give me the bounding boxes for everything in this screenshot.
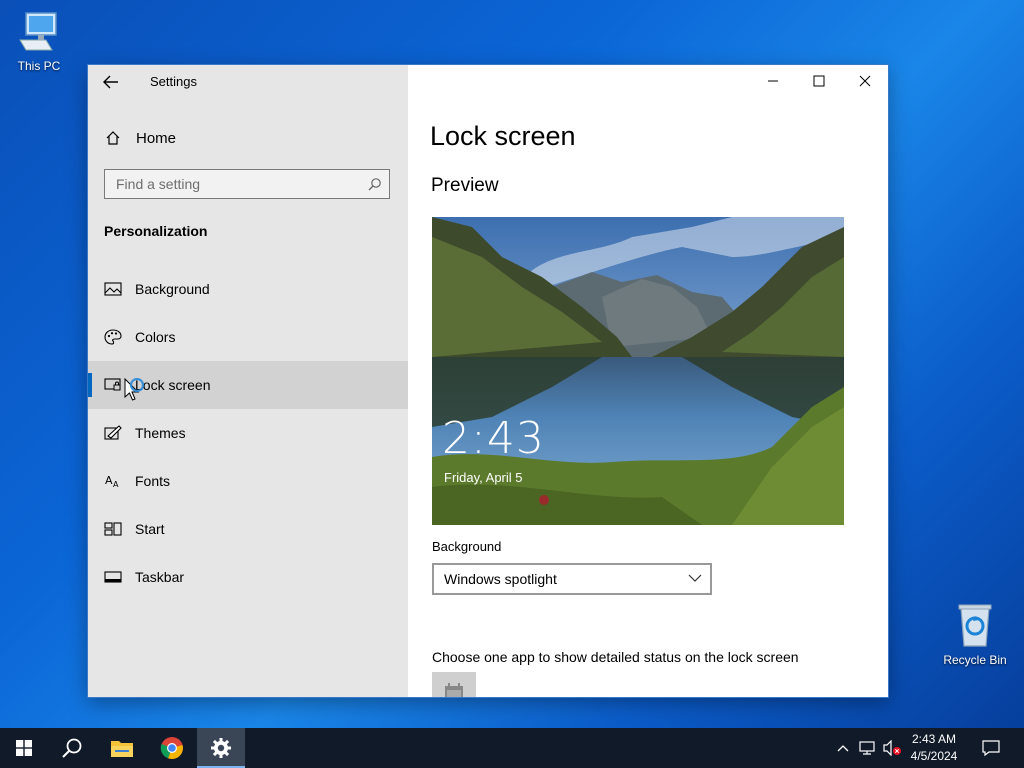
start-icon	[104, 522, 122, 536]
windows-logo-icon	[16, 740, 32, 756]
sidebar-item-label: Background	[135, 281, 210, 297]
sidebar-item-label: Lock screen	[135, 377, 211, 393]
sidebar-item-start[interactable]: Start	[88, 505, 408, 553]
taskbar-search-button[interactable]	[48, 728, 96, 768]
home-icon	[106, 131, 120, 145]
background-dropdown-value: Windows spotlight	[444, 571, 557, 587]
mouse-cursor-icon	[124, 378, 145, 401]
sidebar-nav: Background Colors Lock screen Themes A A…	[88, 265, 408, 601]
preview-date: Friday, April 5	[444, 470, 523, 485]
maximize-icon	[813, 75, 825, 87]
settings-icon	[211, 738, 231, 758]
clock-date: 4/5/2024	[910, 749, 958, 763]
sidebar-item-label: Fonts	[135, 473, 171, 489]
palette-icon	[104, 329, 122, 345]
file-explorer-icon	[111, 741, 133, 757]
background-label: Background	[432, 539, 502, 554]
desktop-icon-this-pc[interactable]: This PC	[3, 10, 75, 73]
search-placeholder: Find a setting	[116, 176, 201, 192]
taskbar: 2:43 AM 4/5/2024	[0, 728, 1024, 768]
recycle-bin-icon	[939, 602, 1011, 651]
page-title: Lock screen	[430, 121, 576, 151]
desktop-icon-label: This PC	[17, 59, 61, 73]
calendar-icon	[445, 683, 463, 697]
sidebar-item-fonts[interactable]: A A Fonts	[88, 457, 408, 505]
detailed-status-label: Choose one app to show detailed status o…	[432, 649, 799, 665]
lock-screen-icon	[104, 378, 121, 391]
system-tray	[836, 728, 902, 768]
fonts-icon: A A	[105, 474, 119, 489]
sidebar-item-background[interactable]: Background	[88, 265, 408, 313]
themes-icon	[104, 425, 122, 440]
volume-muted-icon[interactable]	[882, 740, 902, 756]
window-title: Settings	[150, 74, 197, 89]
lock-screen-preview: 2:43 Friday, April 5	[432, 217, 844, 525]
computer-icon	[3, 10, 75, 57]
desktop-icon-recycle-bin[interactable]: Recycle Bin	[939, 602, 1011, 667]
search-icon	[62, 738, 82, 758]
caption-buttons	[750, 65, 888, 97]
sidebar-item-label: Themes	[135, 425, 186, 441]
sidebar-item-label: Colors	[135, 329, 176, 345]
title-bar[interactable]: Settings	[88, 65, 408, 97]
preview-heading: Preview	[431, 175, 499, 196]
svg-text:A: A	[105, 474, 113, 487]
image-icon	[104, 282, 122, 296]
content-pane: Lock screen Preview 2:43 Friday, April 5…	[408, 65, 888, 697]
chrome-icon	[160, 737, 183, 760]
desktop-icon-label: Recycle Bin	[943, 653, 1007, 667]
clock-time: 2:43 AM	[911, 732, 957, 746]
settings-window: Settings Home Find a setting Personaliza…	[88, 65, 888, 697]
sidebar-item-label: Start	[135, 521, 165, 537]
sidebar-item-label: Taskbar	[135, 569, 185, 585]
search-icon[interactable]	[368, 177, 382, 191]
chevron-down-icon	[688, 574, 702, 582]
network-icon[interactable]	[858, 740, 876, 756]
sidebar-item-taskbar[interactable]: Taskbar	[88, 553, 408, 601]
maximize-button[interactable]	[796, 65, 842, 97]
svg-text:A: A	[113, 480, 119, 489]
minimize-icon	[768, 80, 778, 82]
file-explorer-button[interactable]	[98, 728, 146, 768]
home-nav-item[interactable]: Home	[88, 125, 408, 153]
home-label: Home	[136, 130, 177, 147]
sidebar-item-colors[interactable]: Colors	[88, 313, 408, 361]
minimize-button[interactable]	[750, 65, 796, 97]
back-button[interactable]	[98, 69, 124, 95]
chrome-button[interactable]	[148, 728, 196, 768]
clock[interactable]: 2:43 AM 4/5/2024	[904, 731, 964, 765]
start-button[interactable]	[0, 728, 48, 768]
close-icon	[859, 75, 871, 87]
chevron-up-icon[interactable]	[836, 743, 850, 753]
sidebar-item-themes[interactable]: Themes	[88, 409, 408, 457]
settings-taskbar-button[interactable]	[197, 728, 245, 768]
taskbar-icon	[104, 571, 122, 583]
close-button[interactable]	[842, 65, 888, 97]
section-title: Personalization	[104, 223, 208, 239]
detailed-status-app-button[interactable]	[432, 672, 476, 697]
background-dropdown[interactable]: Windows spotlight	[432, 563, 712, 595]
search-input[interactable]: Find a setting	[104, 169, 390, 199]
notifications-button[interactable]	[968, 728, 1014, 768]
preview-time: 2:43	[442, 413, 545, 464]
action-center-icon	[982, 740, 1000, 757]
back-arrow-icon	[103, 75, 118, 89]
